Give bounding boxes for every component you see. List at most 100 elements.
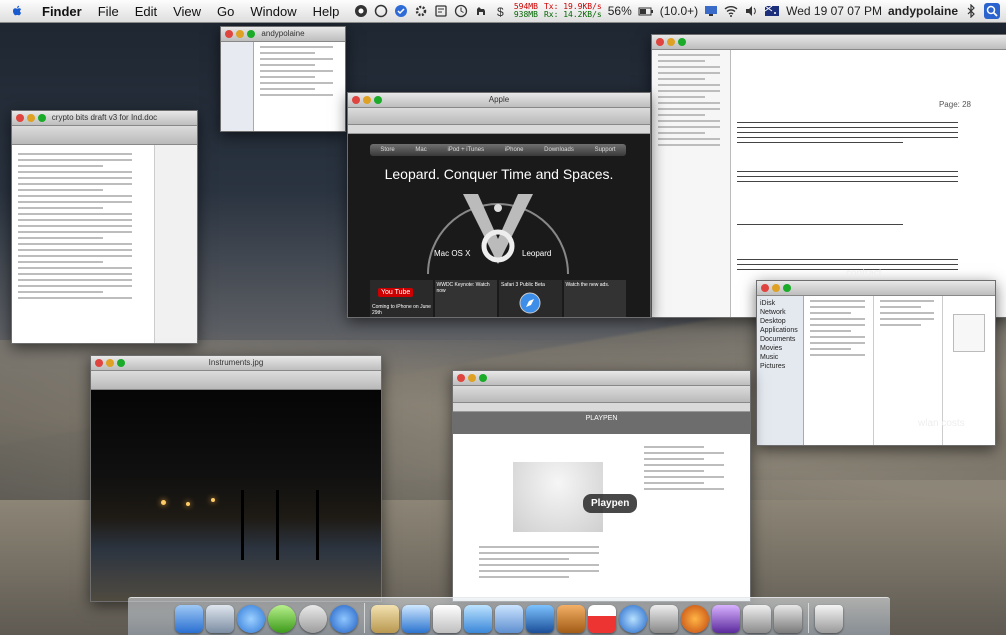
promo-strip: You Tube Coming to iPhone on June 29th W…: [370, 280, 626, 317]
clock-text[interactable]: Wed 19 07 07 PM: [786, 4, 882, 18]
finder-window-small[interactable]: andypolaine: [220, 26, 346, 132]
apple-site-nav: Store Mac iPod + iTunes iPhone Downloads…: [370, 144, 626, 156]
leopard-label: Leopard: [522, 249, 552, 258]
spotlight-status-icon[interactable]: [354, 4, 368, 18]
promo-safari[interactable]: Safari 3 Public Beta: [499, 280, 562, 317]
sync-status-icon[interactable]: [394, 4, 408, 18]
menu-extras: $ 594MB 938MB Tx: 19.9KB/s Rx: 14.2KB/s …: [354, 0, 1000, 22]
network-meter: Tx: 19.9KB/s Rx: 14.2KB/s: [544, 3, 602, 19]
safari-compass-icon: [519, 292, 541, 314]
safari-apple-titlebar[interactable]: Apple: [348, 93, 650, 108]
finder-sidebar: iDisk Network Desktop Applications Docum…: [757, 296, 804, 445]
dog-status-icon[interactable]: [474, 4, 488, 18]
desktop-file-wlan-costs[interactable]: wlan costs: [918, 418, 965, 429]
facetime-dock-icon[interactable]: [330, 605, 358, 633]
dock-separator: [364, 603, 365, 633]
quicktime-dock-icon[interactable]: [619, 605, 647, 633]
ichat2-dock-icon[interactable]: [743, 605, 771, 633]
photo-titlebar[interactable]: Instruments.jpg: [91, 356, 381, 371]
word-document-window-2[interactable]: Page: 28: [651, 34, 1006, 318]
battery-percent[interactable]: 56%: [608, 4, 632, 18]
menu-go[interactable]: Go: [209, 4, 242, 19]
page-number: Page: 28: [938, 100, 971, 109]
promo-ads[interactable]: Watch the new ads.: [563, 280, 626, 317]
net-rx: Rx: 14.2KB/s: [543, 10, 602, 19]
printer-dock-icon[interactable]: [774, 605, 802, 633]
sidebar-item-pictures[interactable]: Pictures: [757, 362, 803, 371]
menu-file[interactable]: File: [90, 4, 127, 19]
circle-status-icon[interactable]: [374, 4, 388, 18]
menu-window[interactable]: Window: [242, 4, 304, 19]
sidebar-item-desktop[interactable]: Desktop: [757, 317, 803, 326]
spotlight-icon[interactable]: [984, 3, 1000, 19]
iphoto2-dock-icon[interactable]: [650, 605, 678, 633]
safari-apple-window[interactable]: Apple Store Mac iPod + iTunes iPhone Dow…: [347, 92, 651, 318]
youtube-logo: You Tube: [378, 288, 414, 297]
iweb-dock-icon[interactable]: [464, 605, 492, 633]
menu-help[interactable]: Help: [305, 4, 348, 19]
sidebar-item-applications[interactable]: Applications: [757, 326, 803, 335]
ichat-dock-icon[interactable]: [268, 605, 296, 633]
dashboard-dock-icon[interactable]: [712, 605, 740, 633]
iphoto-dock-icon[interactable]: [495, 605, 523, 633]
menu-edit[interactable]: Edit: [127, 4, 165, 19]
ical-dock-icon[interactable]: [588, 605, 616, 633]
sidebar-item-idisk[interactable]: iDisk: [757, 299, 803, 308]
photo-booth-dock-icon[interactable]: [526, 605, 554, 633]
word-document-window[interactable]: crypto bits draft v3 for Ind.doc: [11, 110, 198, 344]
battery-time[interactable]: (10.0+): [660, 4, 698, 18]
firefox-dock-icon[interactable]: [681, 605, 709, 633]
user-name[interactable]: andypolaine: [888, 4, 958, 18]
photo-image: [91, 390, 381, 601]
sidebar-item-music[interactable]: Music: [757, 353, 803, 362]
finder-small-titlebar[interactable]: andypolaine: [221, 27, 345, 42]
gear-status-icon[interactable]: [414, 4, 428, 18]
menu-view[interactable]: View: [165, 4, 209, 19]
photo-preview-window[interactable]: Instruments.jpg: [90, 355, 382, 602]
wifi-icon[interactable]: [724, 4, 738, 18]
sidebar-item-documents[interactable]: Documents: [757, 335, 803, 344]
word-doc-titlebar[interactable]: crypto bits draft v3 for Ind.doc: [12, 111, 197, 126]
finder-right-titlebar[interactable]: [757, 281, 995, 296]
mem-bot: 938MB: [513, 10, 538, 19]
word-doc2-titlebar[interactable]: [652, 35, 1006, 50]
mail-dock-icon[interactable]: [206, 605, 234, 633]
sidebar-item-network[interactable]: Network: [757, 308, 803, 317]
nav-store[interactable]: Store: [380, 147, 394, 153]
app-menu[interactable]: Finder: [34, 4, 90, 19]
stamp-dock-icon[interactable]: [371, 605, 399, 633]
promo-youtube[interactable]: You Tube Coming to iPhone on June 29th: [370, 280, 433, 317]
safari-playpen-titlebar[interactable]: [453, 371, 750, 386]
safari-dock-icon[interactable]: [237, 605, 265, 633]
safari-playpen-window[interactable]: PLAYPEN Playpen: [452, 370, 751, 602]
apple-menu-icon[interactable]: [10, 4, 24, 18]
mac-os-x-label: Mac OS X: [434, 249, 471, 258]
nav-support[interactable]: Support: [595, 147, 616, 153]
volume-icon[interactable]: [744, 4, 758, 18]
script-status-icon[interactable]: [434, 4, 448, 18]
memory-meter: 594MB 938MB: [514, 3, 538, 19]
trash-dock-icon[interactable]: [815, 605, 843, 633]
playpen-overlay-label: Playpen: [583, 494, 638, 513]
svg-text:$: $: [497, 5, 504, 18]
playpen-site-title[interactable]: PLAYPEN: [586, 415, 618, 422]
flag-icon[interactable]: [764, 4, 780, 18]
dollar-status-icon[interactable]: $: [494, 4, 508, 18]
nav-iphone[interactable]: iPhone: [505, 147, 524, 153]
playpen-header: PLAYPEN: [453, 412, 750, 434]
promo-keynote[interactable]: WWDC Keynote: Watch now: [434, 280, 497, 317]
nav-downloads[interactable]: Downloads: [544, 147, 574, 153]
clock-status-icon[interactable]: [454, 4, 468, 18]
desktop-file-contract[interactable]: contract: [846, 268, 882, 279]
address-book-dock-icon[interactable]: [299, 605, 327, 633]
guitar-dock-icon[interactable]: [557, 605, 585, 633]
display-status-icon[interactable]: [704, 4, 718, 18]
bluetooth-icon[interactable]: [964, 4, 978, 18]
nav-mac[interactable]: Mac: [415, 147, 426, 153]
finder-dock-icon[interactable]: [175, 605, 203, 633]
battery-icon[interactable]: [638, 4, 654, 18]
nav-ipod[interactable]: iPod + iTunes: [447, 147, 484, 153]
sidebar-item-movies[interactable]: Movies: [757, 344, 803, 353]
itunes-dock-icon[interactable]: [402, 605, 430, 633]
preview-dock-icon[interactable]: [433, 605, 461, 633]
